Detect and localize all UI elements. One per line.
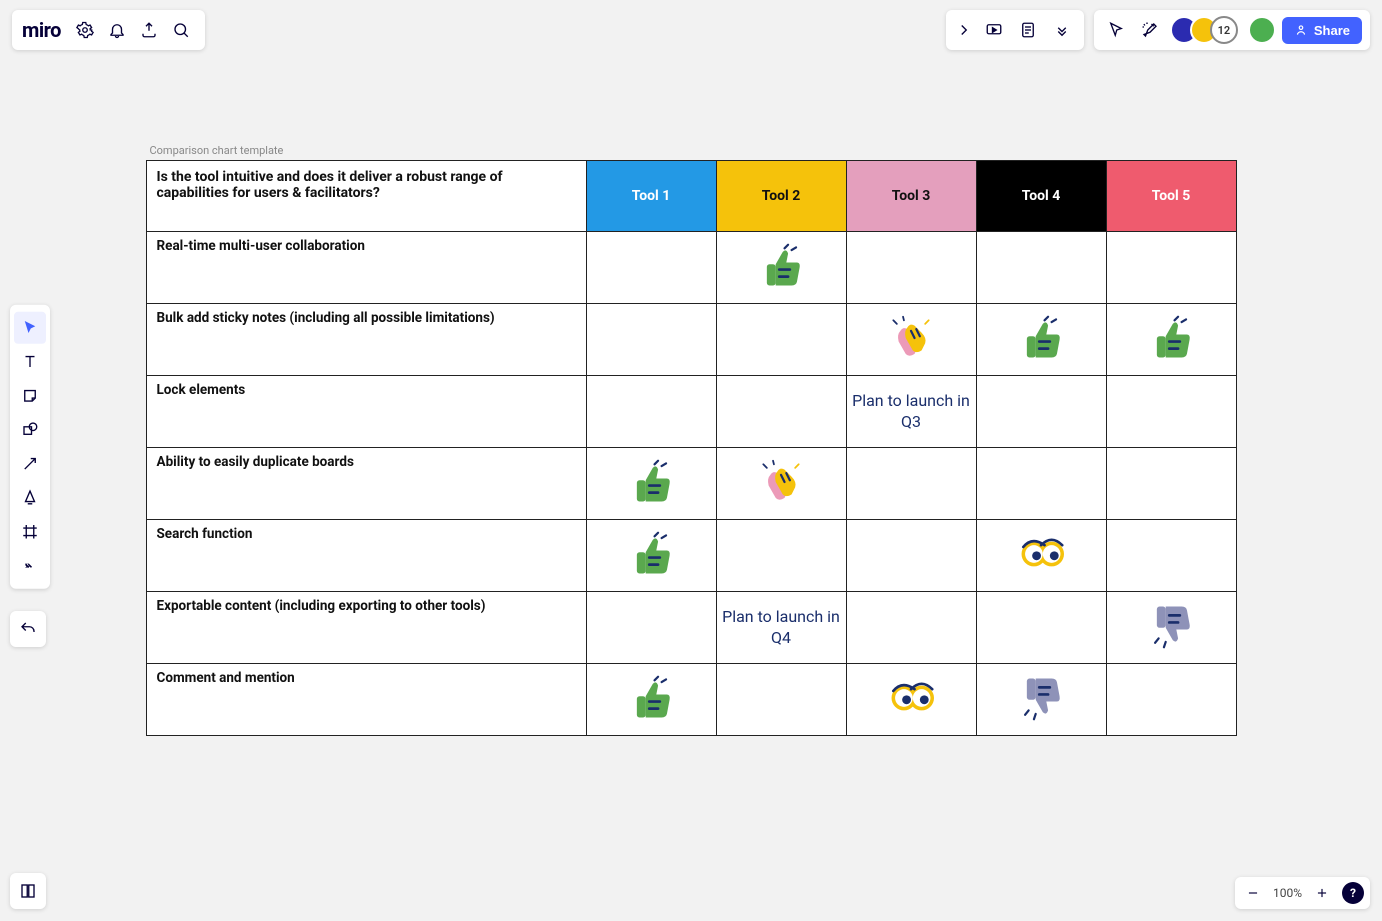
table-row[interactable]: Real-time multi-user collaboration xyxy=(146,232,1236,304)
table-cell[interactable] xyxy=(586,664,716,736)
table-cell[interactable] xyxy=(976,448,1106,520)
clap-icon[interactable] xyxy=(888,315,934,361)
table-cell[interactable] xyxy=(1106,664,1236,736)
table-row[interactable]: Exportable content (including exporting … xyxy=(146,592,1236,664)
thumbs-up-icon[interactable] xyxy=(1148,315,1194,361)
thumbs-up-icon[interactable] xyxy=(628,675,674,721)
table-cell[interactable] xyxy=(1106,448,1236,520)
table-row[interactable]: Lock elements Plan to launch in Q3 xyxy=(146,376,1236,448)
table-cell[interactable] xyxy=(846,448,976,520)
thumbs-down-icon[interactable] xyxy=(1148,603,1194,649)
tool-column-header[interactable]: Tool 4 xyxy=(976,161,1106,232)
table-cell[interactable] xyxy=(846,232,976,304)
clap-icon[interactable] xyxy=(758,459,804,505)
table-cell[interactable] xyxy=(846,304,976,376)
cell-text[interactable]: Plan to launch in Q3 xyxy=(851,391,972,433)
comparison-table[interactable]: Is the tool intuitive and does it delive… xyxy=(146,160,1237,736)
table-cell[interactable] xyxy=(586,232,716,304)
table-cell[interactable] xyxy=(716,448,846,520)
table-cell[interactable] xyxy=(1106,376,1236,448)
table-cell[interactable] xyxy=(1106,304,1236,376)
table-cell[interactable] xyxy=(976,520,1106,592)
table-row[interactable]: Bulk add sticky notes (including all pos… xyxy=(146,304,1236,376)
feature-label[interactable]: Bulk add sticky notes (including all pos… xyxy=(146,304,586,376)
feature-label[interactable]: Real-time multi-user collaboration xyxy=(146,232,586,304)
feature-label[interactable]: Comment and mention xyxy=(146,664,586,736)
eyes-icon[interactable] xyxy=(888,675,934,721)
table-cell[interactable] xyxy=(586,520,716,592)
thumbs-up-icon[interactable] xyxy=(758,243,804,289)
table-cell[interactable] xyxy=(976,376,1106,448)
table-cell[interactable] xyxy=(716,376,846,448)
table-cell[interactable] xyxy=(846,664,976,736)
table-cell[interactable] xyxy=(716,664,846,736)
feature-question-header[interactable]: Is the tool intuitive and does it delive… xyxy=(146,161,586,232)
thumbs-down-icon[interactable] xyxy=(1018,675,1064,721)
table-cell[interactable] xyxy=(716,520,846,592)
table-cell[interactable] xyxy=(976,592,1106,664)
eyes-icon[interactable] xyxy=(1018,531,1064,577)
table-row[interactable]: Ability to easily duplicate boards xyxy=(146,448,1236,520)
tool-column-header[interactable]: Tool 2 xyxy=(716,161,846,232)
feature-label[interactable]: Ability to easily duplicate boards xyxy=(146,448,586,520)
table-cell[interactable] xyxy=(976,232,1106,304)
table-cell[interactable] xyxy=(716,232,846,304)
table-row[interactable]: Search function xyxy=(146,520,1236,592)
table-cell[interactable] xyxy=(586,592,716,664)
table-cell[interactable] xyxy=(1106,592,1236,664)
table-cell[interactable] xyxy=(1106,232,1236,304)
table-cell[interactable] xyxy=(586,304,716,376)
table-row[interactable]: Comment and mention xyxy=(146,664,1236,736)
table-cell[interactable] xyxy=(976,664,1106,736)
table-cell[interactable] xyxy=(586,376,716,448)
table-cell[interactable]: Plan to launch in Q4 xyxy=(716,592,846,664)
table-cell[interactable]: Plan to launch in Q3 xyxy=(846,376,976,448)
tool-column-header[interactable]: Tool 3 xyxy=(846,161,976,232)
table-cell[interactable] xyxy=(716,304,846,376)
feature-label[interactable]: Search function xyxy=(146,520,586,592)
cell-text[interactable]: Plan to launch in Q4 xyxy=(721,607,842,649)
table-cell[interactable] xyxy=(976,304,1106,376)
thumbs-up-icon[interactable] xyxy=(628,531,674,577)
thumbs-up-icon[interactable] xyxy=(1018,315,1064,361)
table-cell[interactable] xyxy=(846,520,976,592)
thumbs-up-icon[interactable] xyxy=(628,459,674,505)
feature-label[interactable]: Lock elements xyxy=(146,376,586,448)
tool-column-header[interactable]: Tool 1 xyxy=(586,161,716,232)
tool-column-header[interactable]: Tool 5 xyxy=(1106,161,1236,232)
table-cell[interactable] xyxy=(1106,520,1236,592)
board-title[interactable]: Comparison chart template xyxy=(150,144,284,157)
table-cell[interactable] xyxy=(586,448,716,520)
feature-label[interactable]: Exportable content (including exporting … xyxy=(146,592,586,664)
board-canvas[interactable]: Comparison chart template Is the tool in… xyxy=(0,0,1382,921)
table-cell[interactable] xyxy=(846,592,976,664)
